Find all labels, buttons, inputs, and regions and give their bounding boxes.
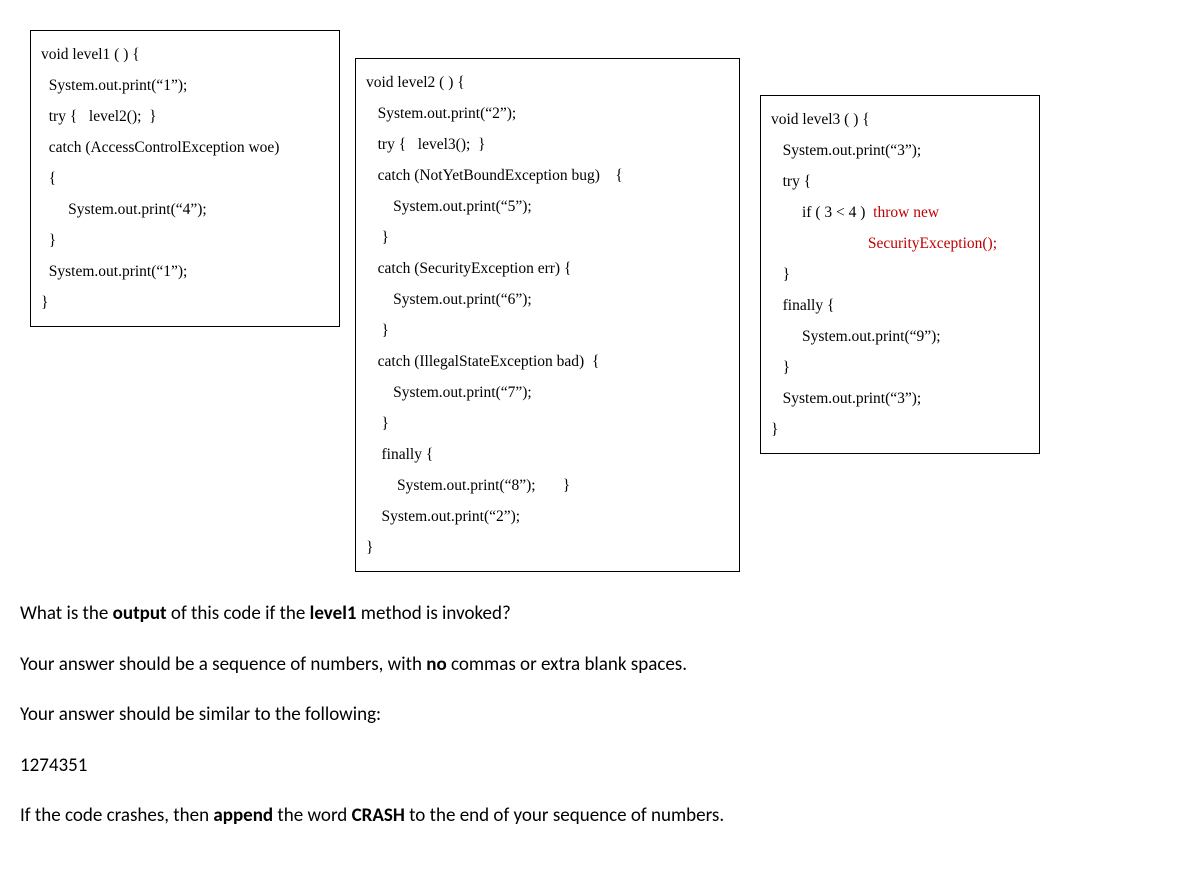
code-line: }	[366, 408, 729, 439]
question-line-2: Your answer should be a sequence of numb…	[20, 651, 1169, 680]
code-line: System.out.print(“1”);	[41, 70, 329, 101]
code-fragment-highlight: throw new	[873, 204, 939, 221]
question-example-answer: 1274351	[20, 752, 1169, 781]
code-line: }	[771, 259, 1029, 290]
code-line: void level2 ( ) {	[366, 67, 729, 98]
text-fragment: What is the	[20, 602, 113, 625]
code-box-level1: void level1 ( ) { System.out.print(“1”);…	[30, 30, 340, 327]
code-line: try {	[771, 166, 1029, 197]
code-line: System.out.print(“1”);	[41, 256, 329, 287]
code-line: }	[771, 352, 1029, 383]
code-line: catch (SecurityException err) {	[366, 253, 729, 284]
code-box-level2: void level2 ( ) { System.out.print(“2”);…	[355, 58, 740, 572]
text-fragment-bold: CRASH	[352, 804, 405, 827]
text-fragment-bold: level1	[310, 602, 357, 625]
code-line: System.out.print(“2”);	[366, 501, 729, 532]
code-line: }	[41, 225, 329, 256]
code-line: if ( 3 < 4 ) throw new	[771, 197, 1029, 228]
text-fragment: of this code if the	[167, 602, 310, 625]
code-line: System.out.print(“4”);	[41, 194, 329, 225]
question-line-1: What is the output of this code if the l…	[20, 600, 1169, 629]
code-line: try { level2(); }	[41, 101, 329, 132]
code-fragment: if ( 3 < 4 )	[771, 204, 873, 221]
code-line: System.out.print(“2”);	[366, 98, 729, 129]
text-fragment-bold: append	[213, 804, 273, 827]
code-boxes-container: void level1 ( ) { System.out.print(“1”);…	[20, 20, 1169, 560]
text-fragment-bold: output	[113, 602, 167, 625]
code-line: catch (IllegalStateException bad) {	[366, 346, 729, 377]
code-line: System.out.print(“8”); }	[366, 470, 729, 501]
text-fragment: to the end of your sequence of numbers.	[405, 804, 724, 827]
code-line: System.out.print(“3”);	[771, 135, 1029, 166]
code-line: System.out.print(“7”);	[366, 377, 729, 408]
code-line: finally {	[366, 439, 729, 470]
code-box-level3: void level3 ( ) { System.out.print(“3”);…	[760, 95, 1040, 454]
code-line: }	[771, 414, 1029, 445]
question-line-5: If the code crashes, then append the wor…	[20, 802, 1169, 831]
code-line: System.out.print(“6”);	[366, 284, 729, 315]
code-line: System.out.print(“5”);	[366, 191, 729, 222]
text-fragment-bold: no	[426, 653, 446, 676]
text-fragment: If the code crashes, then	[20, 804, 213, 827]
code-line: }	[366, 315, 729, 346]
code-line: catch (AccessControlException woe)	[41, 132, 329, 163]
code-line: }	[366, 532, 729, 563]
code-line: {	[41, 163, 329, 194]
question-text: What is the output of this code if the l…	[20, 600, 1169, 831]
text-fragment: method is invoked?	[357, 602, 511, 625]
code-line: finally {	[771, 290, 1029, 321]
question-line-3: Your answer should be similar to the fol…	[20, 701, 1169, 730]
code-line: System.out.print(“9”);	[771, 321, 1029, 352]
text-fragment: commas or extra blank spaces.	[447, 653, 687, 676]
code-line: }	[41, 287, 329, 318]
text-fragment: the word	[273, 804, 351, 827]
code-line: void level1 ( ) {	[41, 39, 329, 70]
code-line: void level3 ( ) {	[771, 104, 1029, 135]
code-line: try { level3(); }	[366, 129, 729, 160]
code-line: }	[366, 222, 729, 253]
text-fragment: Your answer should be a sequence of numb…	[20, 653, 426, 676]
code-line: System.out.print(“3”);	[771, 383, 1029, 414]
code-line-highlight: SecurityException();	[771, 228, 1029, 259]
code-line: catch (NotYetBoundException bug) {	[366, 160, 729, 191]
